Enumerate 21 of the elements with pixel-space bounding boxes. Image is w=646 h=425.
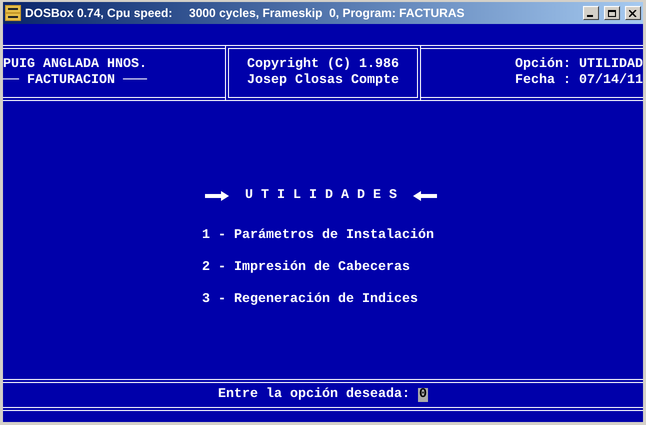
minimize-button[interactable] xyxy=(583,6,599,20)
maximize-icon xyxy=(608,10,616,16)
header-text: PUIG ANGLADA HNOS. xyxy=(3,57,148,73)
input-field[interactable]: 0 xyxy=(418,388,428,402)
header-text: Fecha : 07/14/11 xyxy=(515,73,643,89)
menu-item[interactable]: 2 - Impresión de Cabeceras xyxy=(202,260,643,276)
menu-title: U T I L I D A D E S xyxy=(245,188,397,204)
maximize-button[interactable] xyxy=(604,6,620,20)
arrow-left-icon xyxy=(412,191,437,201)
close-button[interactable] xyxy=(625,6,641,20)
menu-item[interactable]: 3 - Regeneración de Indices xyxy=(202,292,643,308)
header-text: ── FACTURACION ─── xyxy=(3,73,148,89)
menu-item[interactable]: 1 - Parámetros de Instalación xyxy=(202,228,643,244)
prompt-label: Entre la opción deseada: xyxy=(218,387,410,403)
header-text: Opción: UTILIDAD xyxy=(515,57,643,73)
copyright-text: Josep Closas Compte xyxy=(247,73,399,89)
close-icon xyxy=(629,10,637,16)
arrow-right-icon xyxy=(205,191,230,201)
copyright-text: Copyright (C) 1.986 xyxy=(247,57,399,73)
dosbox-logo-icon xyxy=(5,5,21,21)
window-title: DOSBox 0.74, Cpu speed: 3000 cycles, Frameskip 0, Program: FACTURAS xyxy=(25,5,466,22)
